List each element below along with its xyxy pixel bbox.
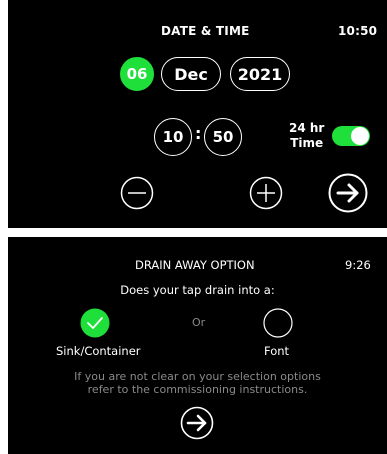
minus-circle-icon[interactable]: [120, 176, 154, 210]
plus-circle-icon[interactable]: [249, 176, 283, 210]
toggle-label-line2: Time: [290, 136, 324, 150]
month-selector[interactable]: Dec: [161, 57, 221, 91]
help-text-line2: refer to the commissioning instructions.: [87, 383, 308, 396]
toggle-label: 24 hr Time: [289, 121, 324, 151]
date-time-panel: DATE & TIME 10:50 06 Dec 2021 10 : 50 24…: [8, 0, 387, 228]
toggle-label-line1: 24 hr: [289, 121, 325, 135]
clock-display: 9:26: [345, 258, 371, 272]
help-text-line1: If you are not clear on your selection o…: [74, 370, 321, 383]
page-title: DRAIN AWAY OPTION: [135, 258, 255, 272]
hour-selector[interactable]: 10: [154, 118, 192, 156]
or-text: Or: [192, 316, 206, 329]
24hr-toggle[interactable]: [332, 126, 370, 146]
drain-question: Does your tap drain into a:: [120, 283, 275, 297]
font-option-label[interactable]: Font: [264, 344, 289, 358]
arrow-right-circle-icon[interactable]: [180, 406, 214, 440]
arrow-right-circle-icon[interactable]: [328, 173, 368, 213]
font-option-radio[interactable]: [263, 308, 293, 338]
minute-selector[interactable]: 50: [204, 118, 242, 156]
drain-option-panel: DRAIN AWAY OPTION 9:26 Does your tap dra…: [8, 237, 387, 454]
page-title: DATE & TIME: [161, 24, 250, 38]
day-selector[interactable]: 06: [120, 57, 154, 91]
help-text: If you are not clear on your selection o…: [8, 370, 387, 396]
toggle-knob: [351, 127, 369, 145]
sink-option-label[interactable]: Sink/Container: [56, 344, 141, 358]
clock-display: 10:50: [338, 24, 378, 38]
year-selector[interactable]: 2021: [230, 57, 290, 91]
time-separator: :: [195, 124, 202, 143]
sink-option-radio[interactable]: [80, 308, 110, 338]
